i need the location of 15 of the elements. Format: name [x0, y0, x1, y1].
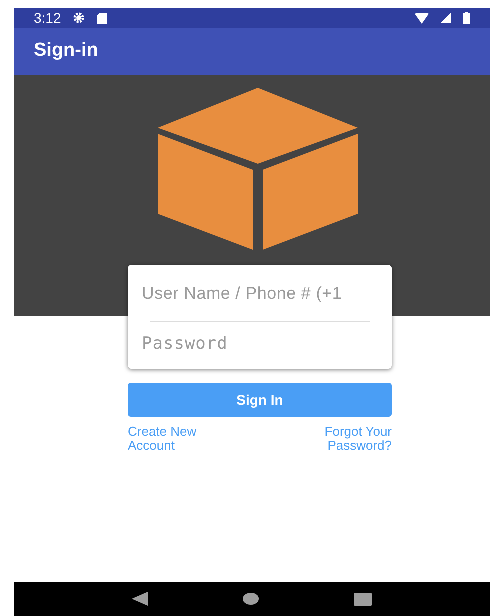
status-time: 3:12 — [34, 8, 62, 28]
create-account-link[interactable]: Create New Account — [128, 425, 197, 453]
battery-icon — [463, 12, 470, 24]
app-bar-title: Sign-in — [34, 39, 98, 64]
box-icon — [158, 88, 358, 250]
home-icon[interactable] — [242, 593, 259, 605]
login-form[interactable]: User Name / Phone # (+1 Password — [128, 265, 392, 369]
sign-in-button[interactable]: Sign In — [128, 383, 392, 417]
username-field[interactable]: User Name / Phone # (+1 — [128, 265, 392, 320]
back-icon[interactable] — [132, 592, 148, 606]
gear-icon — [73, 12, 86, 24]
forgot-password-link[interactable]: Forgot Your Password? — [324, 425, 392, 453]
overview-icon[interactable] — [354, 592, 372, 606]
wifi-icon — [415, 12, 429, 24]
password-field[interactable]: Password — [128, 322, 392, 369]
